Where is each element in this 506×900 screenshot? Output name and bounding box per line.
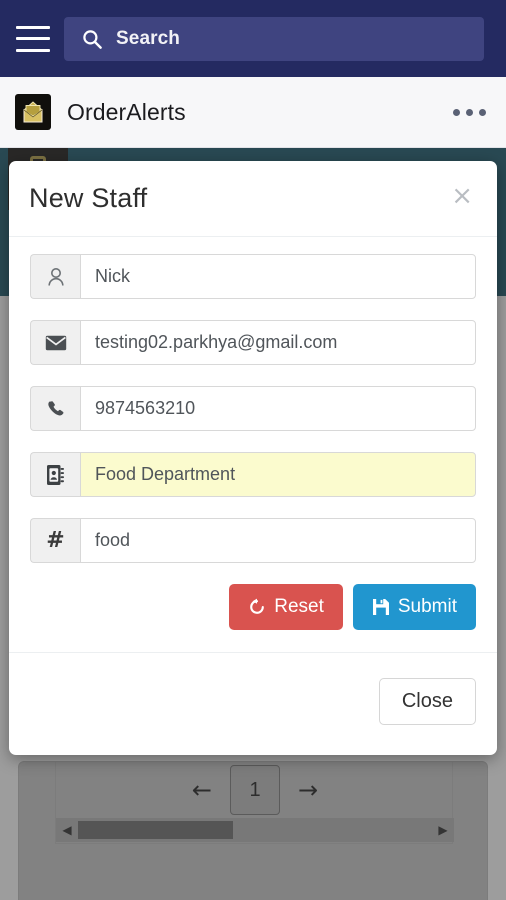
user-icon — [30, 254, 80, 299]
search-bar[interactable]: Search — [64, 16, 484, 61]
staff-phone-input[interactable]: 9874563210 — [80, 386, 476, 431]
save-icon — [372, 598, 390, 616]
field-staff-email: testing02.parkhya@gmail.com — [30, 320, 476, 365]
envelope-icon — [30, 320, 80, 365]
field-staff-phone: 9874563210 — [30, 386, 476, 431]
envelope-crest-icon — [15, 94, 51, 130]
field-staff-department: Food Department — [30, 452, 476, 497]
close-icon[interactable]: × — [447, 183, 477, 214]
hamburger-menu-icon[interactable] — [16, 25, 50, 52]
app-title: OrderAlerts — [67, 98, 186, 125]
hash-icon: # — [30, 518, 80, 563]
staff-tag-input[interactable]: food — [80, 518, 476, 563]
new-staff-dialog: New Staff × Nick testing02.parkhya@gmail… — [9, 161, 497, 755]
app-header: OrderAlerts — [0, 77, 506, 148]
field-staff-tag: # food — [30, 518, 476, 563]
undo-icon — [248, 598, 266, 616]
dialog-body: Nick testing02.parkhya@gmail.com 9874563… — [9, 237, 497, 652]
field-staff-name: Nick — [30, 254, 476, 299]
screen: Search OrderAlerts ← 1 — [0, 0, 506, 900]
dialog-title: New Staff — [29, 183, 148, 213]
dialog-action-buttons: Reset Submit — [30, 584, 476, 652]
reset-button-label: Reset — [274, 596, 324, 617]
dialog-header: New Staff × — [9, 161, 497, 237]
staff-name-input[interactable]: Nick — [80, 254, 476, 299]
address-book-icon — [30, 452, 80, 497]
phone-icon — [30, 386, 80, 431]
search-placeholder: Search — [116, 27, 180, 49]
dialog-footer: Close — [9, 652, 497, 749]
reset-button[interactable]: Reset — [229, 584, 343, 630]
close-button[interactable]: Close — [378, 677, 476, 725]
more-options-icon[interactable] — [453, 108, 486, 116]
staff-department-input[interactable]: Food Department — [80, 452, 476, 497]
top-navigation-bar: Search — [0, 0, 506, 77]
search-icon — [82, 29, 102, 49]
submit-button[interactable]: Submit — [352, 584, 476, 630]
submit-button-label: Submit — [397, 596, 457, 617]
staff-email-input[interactable]: testing02.parkhya@gmail.com — [80, 320, 476, 365]
